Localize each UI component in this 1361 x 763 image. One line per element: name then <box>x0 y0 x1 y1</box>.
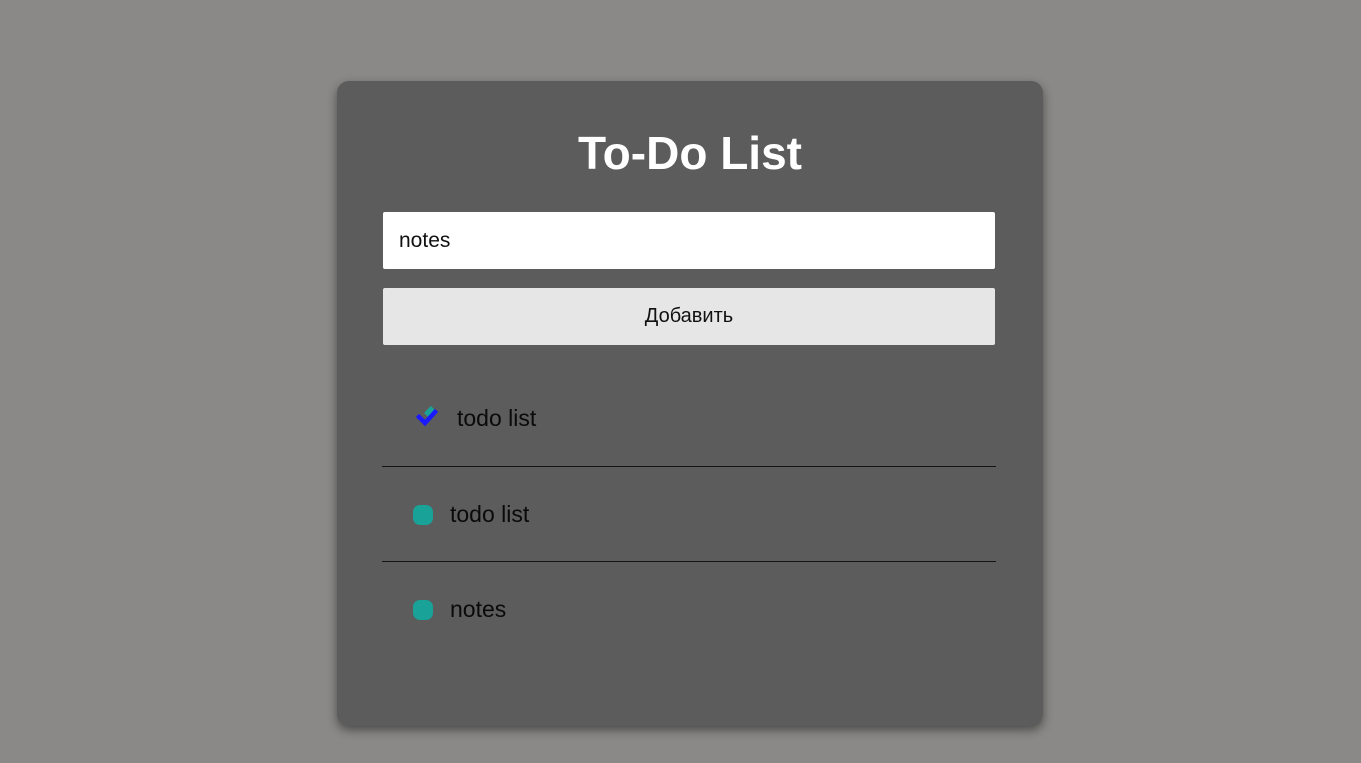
circle-icon[interactable] <box>413 505 433 525</box>
task-item[interactable]: todo list <box>382 372 996 467</box>
task-input[interactable] <box>383 212 995 269</box>
todo-card: To-Do List Добавить todo list todo list … <box>337 81 1043 726</box>
task-item[interactable]: todo list <box>382 467 996 562</box>
checkmark-icon[interactable] <box>415 404 441 430</box>
page-title: To-Do List <box>578 127 802 179</box>
add-task-button[interactable]: Добавить <box>383 288 995 345</box>
task-label: todo list <box>450 501 530 527</box>
circle-icon[interactable] <box>413 600 433 620</box>
task-list: todo list todo list notes <box>382 372 996 657</box>
task-item[interactable]: notes <box>382 562 996 657</box>
task-label: notes <box>450 596 507 622</box>
task-label: todo list <box>457 405 537 431</box>
